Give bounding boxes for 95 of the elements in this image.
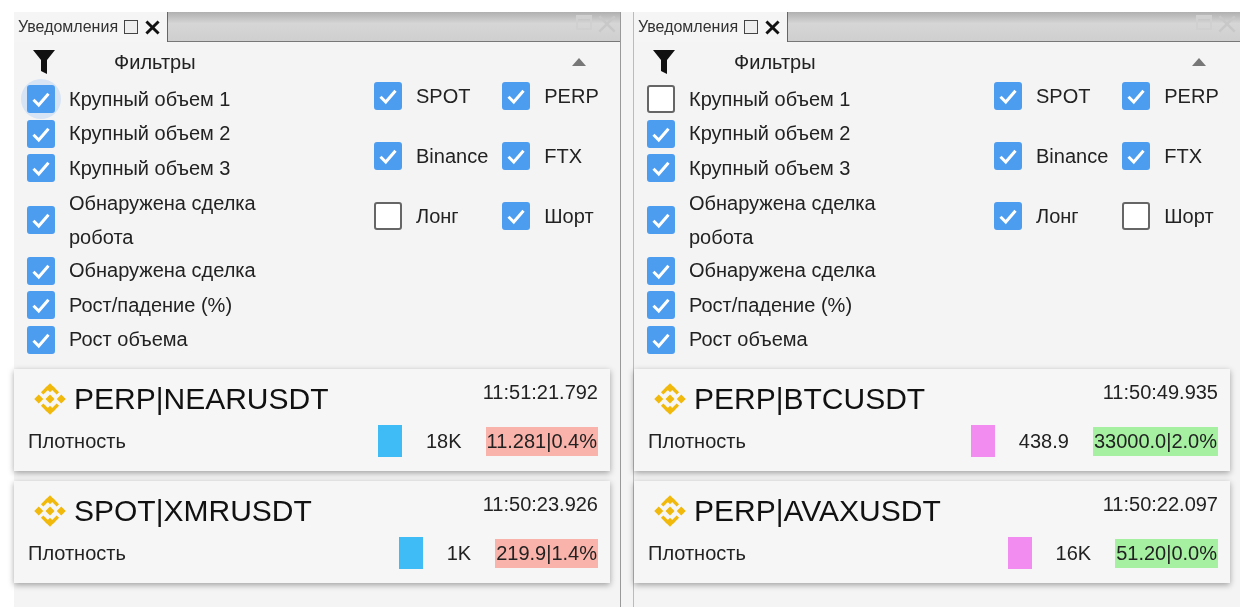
checkbox[interactable] bbox=[647, 119, 675, 148]
alert-time: 11:50:23.926 bbox=[482, 493, 598, 516]
diamond-logo-icon bbox=[32, 493, 68, 529]
checkbox-label: FTX bbox=[544, 144, 583, 168]
filter-icon[interactable] bbox=[32, 49, 56, 75]
checkbox[interactable] bbox=[1122, 142, 1151, 170]
checkbox-label: SPOT bbox=[416, 84, 471, 108]
symbol-title: PERP|AVAXUSDT bbox=[694, 494, 942, 528]
symbol-title: SPOT|XMRUSDT bbox=[74, 494, 313, 528]
price-tag: 51.20|0.0% bbox=[1115, 538, 1218, 568]
alert-type: Плотность bbox=[648, 541, 747, 565]
checkbox-label: FTX bbox=[1164, 144, 1203, 168]
checkbox[interactable] bbox=[647, 325, 675, 354]
checkbox-label: Обнаружена сделка bbox=[69, 259, 256, 283]
close-icon[interactable] bbox=[764, 18, 782, 36]
panel-tab[interactable]: Уведомления bbox=[634, 12, 789, 42]
checkbox[interactable] bbox=[27, 291, 55, 320]
checkbox-label: Обнаружена сделка bbox=[689, 259, 876, 283]
price-tag: 11.281|0.4% bbox=[485, 426, 598, 456]
alert-time: 11:50:49.935 bbox=[1102, 381, 1218, 404]
checkbox[interactable] bbox=[374, 142, 402, 170]
checkbox-label: Шорт bbox=[544, 204, 594, 228]
price-tag: 219.9|1.4% bbox=[495, 538, 598, 568]
maximize-icon[interactable] bbox=[744, 20, 759, 34]
collapse-caret-icon[interactable] bbox=[1192, 58, 1206, 66]
panel-splitter[interactable] bbox=[620, 12, 634, 607]
volume-value: 1K bbox=[446, 541, 472, 565]
checkbox[interactable] bbox=[994, 142, 1022, 170]
volume-value: 16K bbox=[1055, 541, 1092, 565]
checkbox[interactable] bbox=[502, 142, 531, 170]
filter-icon[interactable] bbox=[652, 49, 676, 75]
close-icon[interactable] bbox=[144, 18, 162, 36]
checkbox-label: Крупный объем 3 bbox=[69, 156, 231, 180]
checkbox[interactable] bbox=[27, 154, 55, 183]
diamond-logo-icon bbox=[652, 493, 688, 529]
price-tag: 33000.0|2.0% bbox=[1092, 426, 1218, 456]
checkbox-label: SPOT bbox=[1036, 84, 1091, 108]
checkbox-label: Рост объема bbox=[69, 328, 188, 352]
diamond-logo-icon bbox=[652, 381, 688, 417]
symbol-title: PERP|BTCUSDT bbox=[694, 382, 927, 416]
collapse-caret-icon[interactable] bbox=[572, 58, 586, 66]
checkbox[interactable] bbox=[27, 205, 55, 234]
checkbox[interactable] bbox=[27, 325, 55, 354]
checkbox[interactable] bbox=[502, 202, 531, 230]
checkbox[interactable] bbox=[1122, 82, 1151, 110]
checkbox-label: Обнаружена сделка робота bbox=[689, 190, 877, 250]
checkbox[interactable] bbox=[647, 154, 675, 183]
checkbox-label: Крупный объем 3 bbox=[689, 156, 851, 180]
volume-value: 438.9 bbox=[1018, 429, 1069, 453]
checkbox[interactable] bbox=[647, 205, 675, 234]
checkbox[interactable] bbox=[647, 291, 675, 320]
maximize-icon[interactable] bbox=[124, 20, 139, 34]
checkbox-label: Крупный объем 2 bbox=[69, 122, 231, 146]
checkbox[interactable] bbox=[27, 119, 55, 148]
checkbox[interactable] bbox=[647, 85, 675, 114]
checkbox-label: Лонг bbox=[1036, 204, 1079, 228]
checkbox[interactable] bbox=[27, 256, 55, 285]
checkbox-label: Binance bbox=[1036, 144, 1109, 168]
alert-card[interactable]: PERP|NEARUSDT 11:51:21.792 Плотность 18K 11.281|0.4% bbox=[14, 369, 610, 471]
checkbox-label: Рост объема bbox=[689, 328, 808, 352]
checkbox-label: PERP bbox=[1164, 84, 1219, 108]
checkbox[interactable] bbox=[27, 85, 55, 114]
filters-title: Фильтры bbox=[734, 50, 817, 74]
filters-title: Фильтры bbox=[114, 50, 197, 74]
checkbox[interactable] bbox=[994, 82, 1022, 110]
alert-time: 11:50:22.097 bbox=[1102, 493, 1218, 516]
checkbox-label: Рост/падение (%) bbox=[689, 293, 853, 317]
checkbox-label: Обнаружена сделка робота bbox=[69, 190, 257, 250]
checkbox[interactable] bbox=[374, 82, 402, 110]
alert-time: 11:51:21.792 bbox=[482, 381, 598, 404]
checkbox[interactable] bbox=[374, 202, 402, 230]
checkbox-label: Binance bbox=[416, 144, 489, 168]
checkbox-label: Шорт bbox=[1164, 204, 1214, 228]
alert-type: Плотность bbox=[28, 541, 127, 565]
symbol-title: PERP|NEARUSDT bbox=[74, 382, 330, 416]
alert-card[interactable]: PERP|BTCUSDT 11:50:49.935 Плотность 438.9 33000.0|2.0% bbox=[634, 369, 1230, 471]
checkbox-label: Крупный объем 1 bbox=[69, 87, 231, 111]
alert-card[interactable]: PERP|AVAXUSDT 11:50:22.097 Плотность 16K 51.20|0.0% bbox=[634, 481, 1230, 583]
checkbox-label: Крупный объем 1 bbox=[689, 87, 851, 111]
checkbox-label: PERP bbox=[544, 84, 599, 108]
checkbox[interactable] bbox=[502, 82, 531, 110]
alert-type: Плотность bbox=[28, 429, 127, 453]
checkbox-label: Лонг bbox=[416, 204, 459, 228]
alert-type: Плотность bbox=[648, 429, 747, 453]
panel-tab[interactable]: Уведомления bbox=[14, 12, 169, 42]
tab-title: Уведомления bbox=[18, 18, 119, 36]
checkbox-label: Крупный объем 2 bbox=[689, 122, 851, 146]
checkbox-label: Рост/падение (%) bbox=[69, 293, 233, 317]
checkbox[interactable] bbox=[994, 202, 1022, 230]
diamond-logo-icon bbox=[32, 381, 68, 417]
tab-title: Уведомления bbox=[638, 18, 739, 36]
volume-value: 18K bbox=[425, 429, 462, 453]
alert-card[interactable]: SPOT|XMRUSDT 11:50:23.926 Плотность 1K 219.9|1.4% bbox=[14, 481, 610, 583]
checkbox[interactable] bbox=[1122, 202, 1151, 230]
checkbox[interactable] bbox=[647, 256, 675, 285]
